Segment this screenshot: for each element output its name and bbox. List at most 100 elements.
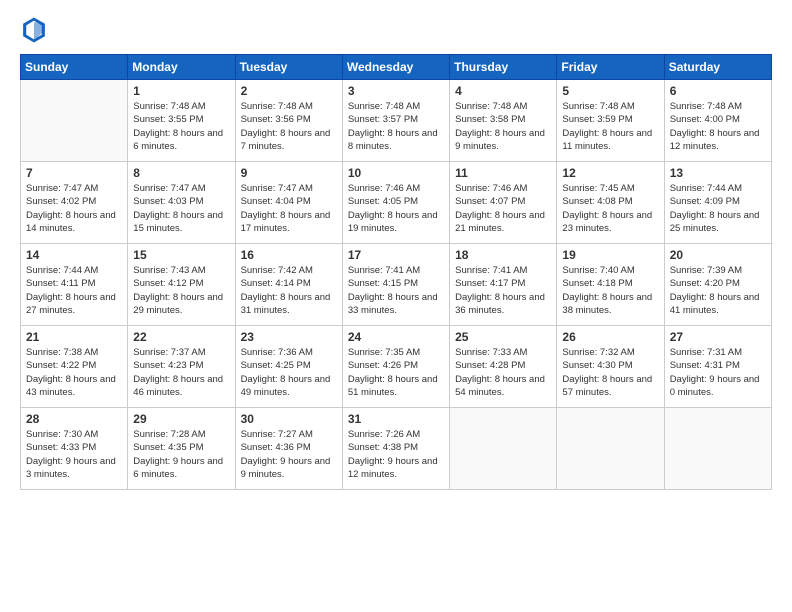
day-info: Sunrise: 7:37 AM Sunset: 4:23 PM Dayligh…: [133, 346, 229, 399]
weekday-header: Thursday: [450, 55, 557, 80]
day-info: Sunrise: 7:44 AM Sunset: 4:09 PM Dayligh…: [670, 182, 766, 235]
calendar-day-cell: 14 Sunrise: 7:44 AM Sunset: 4:11 PM Dayli…: [21, 244, 128, 326]
calendar-day-cell: 9 Sunrise: 7:47 AM Sunset: 4:04 PM Daylig…: [235, 162, 342, 244]
calendar-day-cell: [21, 80, 128, 162]
day-info: Sunrise: 7:44 AM Sunset: 4:11 PM Dayligh…: [26, 264, 122, 317]
day-info: Sunrise: 7:48 AM Sunset: 3:59 PM Dayligh…: [562, 100, 658, 153]
calendar-day-cell: 2 Sunrise: 7:48 AM Sunset: 3:56 PM Daylig…: [235, 80, 342, 162]
day-info: Sunrise: 7:38 AM Sunset: 4:22 PM Dayligh…: [26, 346, 122, 399]
day-number: 10: [348, 166, 444, 180]
weekday-header: Friday: [557, 55, 664, 80]
calendar-day-cell: 28Sunrise: 7:30 AM Sunset: 4:33 PM Dayli…: [21, 408, 128, 490]
calendar-day-cell: [664, 408, 771, 490]
day-info: Sunrise: 7:46 AM Sunset: 4:05 PM Dayligh…: [348, 182, 444, 235]
day-number: 2: [241, 84, 337, 98]
weekday-header: Sunday: [21, 55, 128, 80]
calendar-week-row: 7Sunrise: 7:47 AM Sunset: 4:02 PM Daylig…: [21, 162, 772, 244]
calendar-day-cell: 31 Sunrise: 7:26 AM Sunset: 4:38 PM Dayli…: [342, 408, 449, 490]
calendar-day-cell: 15 Sunrise: 7:43 AM Sunset: 4:12 PM Dayli…: [128, 244, 235, 326]
day-info: Sunrise: 7:31 AM Sunset: 4:31 PM Dayligh…: [670, 346, 766, 399]
header: [20, 16, 772, 44]
day-number: 6: [670, 84, 766, 98]
calendar-day-cell: 29 Sunrise: 7:28 AM Sunset: 4:35 PM Dayli…: [128, 408, 235, 490]
day-number: 23: [241, 330, 337, 344]
day-number: 26: [562, 330, 658, 344]
day-info: Sunrise: 7:40 AM Sunset: 4:18 PM Dayligh…: [562, 264, 658, 317]
day-info: Sunrise: 7:48 AM Sunset: 3:55 PM Dayligh…: [133, 100, 229, 153]
day-info: Sunrise: 7:28 AM Sunset: 4:35 PM Dayligh…: [133, 428, 229, 481]
calendar-header-row: SundayMondayTuesdayWednesdayThursdayFrid…: [21, 55, 772, 80]
day-info: Sunrise: 7:41 AM Sunset: 4:15 PM Dayligh…: [348, 264, 444, 317]
calendar-day-cell: 18 Sunrise: 7:41 AM Sunset: 4:17 PM Dayli…: [450, 244, 557, 326]
day-info: Sunrise: 7:47 AM Sunset: 4:02 PM Dayligh…: [26, 182, 122, 235]
day-number: 14: [26, 248, 122, 262]
day-number: 22: [133, 330, 229, 344]
logo: [20, 16, 52, 44]
day-info: Sunrise: 7:32 AM Sunset: 4:30 PM Dayligh…: [562, 346, 658, 399]
day-number: 4: [455, 84, 551, 98]
day-info: Sunrise: 7:43 AM Sunset: 4:12 PM Dayligh…: [133, 264, 229, 317]
day-number: 25: [455, 330, 551, 344]
day-number: 19: [562, 248, 658, 262]
calendar-week-row: 28Sunrise: 7:30 AM Sunset: 4:33 PM Dayli…: [21, 408, 772, 490]
day-info: Sunrise: 7:48 AM Sunset: 3:57 PM Dayligh…: [348, 100, 444, 153]
calendar-table: SundayMondayTuesdayWednesdayThursdayFrid…: [20, 54, 772, 490]
day-number: 15: [133, 248, 229, 262]
day-info: Sunrise: 7:27 AM Sunset: 4:36 PM Dayligh…: [241, 428, 337, 481]
calendar-day-cell: 23 Sunrise: 7:36 AM Sunset: 4:25 PM Dayli…: [235, 326, 342, 408]
calendar-day-cell: 26 Sunrise: 7:32 AM Sunset: 4:30 PM Dayli…: [557, 326, 664, 408]
day-number: 20: [670, 248, 766, 262]
day-number: 30: [241, 412, 337, 426]
calendar-day-cell: 19 Sunrise: 7:40 AM Sunset: 4:18 PM Dayli…: [557, 244, 664, 326]
day-info: Sunrise: 7:39 AM Sunset: 4:20 PM Dayligh…: [670, 264, 766, 317]
logo-icon: [20, 16, 48, 44]
day-info: Sunrise: 7:42 AM Sunset: 4:14 PM Dayligh…: [241, 264, 337, 317]
calendar-day-cell: 22 Sunrise: 7:37 AM Sunset: 4:23 PM Dayli…: [128, 326, 235, 408]
day-info: Sunrise: 7:48 AM Sunset: 3:56 PM Dayligh…: [241, 100, 337, 153]
day-info: Sunrise: 7:48 AM Sunset: 3:58 PM Dayligh…: [455, 100, 551, 153]
day-info: Sunrise: 7:35 AM Sunset: 4:26 PM Dayligh…: [348, 346, 444, 399]
calendar-day-cell: 4 Sunrise: 7:48 AM Sunset: 3:58 PM Daylig…: [450, 80, 557, 162]
day-info: Sunrise: 7:47 AM Sunset: 4:03 PM Dayligh…: [133, 182, 229, 235]
page: SundayMondayTuesdayWednesdayThursdayFrid…: [0, 0, 792, 612]
calendar-day-cell: 7Sunrise: 7:47 AM Sunset: 4:02 PM Daylig…: [21, 162, 128, 244]
calendar-week-row: 1Sunrise: 7:48 AM Sunset: 3:55 PM Daylig…: [21, 80, 772, 162]
day-info: Sunrise: 7:36 AM Sunset: 4:25 PM Dayligh…: [241, 346, 337, 399]
day-number: 17: [348, 248, 444, 262]
calendar-day-cell: 1Sunrise: 7:48 AM Sunset: 3:55 PM Daylig…: [128, 80, 235, 162]
day-number: 13: [670, 166, 766, 180]
day-number: 24: [348, 330, 444, 344]
day-info: Sunrise: 7:48 AM Sunset: 4:00 PM Dayligh…: [670, 100, 766, 153]
day-number: 9: [241, 166, 337, 180]
day-number: 31: [348, 412, 444, 426]
day-info: Sunrise: 7:47 AM Sunset: 4:04 PM Dayligh…: [241, 182, 337, 235]
day-number: 29: [133, 412, 229, 426]
weekday-header: Saturday: [664, 55, 771, 80]
calendar-day-cell: 13 Sunrise: 7:44 AM Sunset: 4:09 PM Dayli…: [664, 162, 771, 244]
calendar-day-cell: 21 Sunrise: 7:38 AM Sunset: 4:22 PM Dayli…: [21, 326, 128, 408]
day-info: Sunrise: 7:41 AM Sunset: 4:17 PM Dayligh…: [455, 264, 551, 317]
calendar-day-cell: 30 Sunrise: 7:27 AM Sunset: 4:36 PM Dayli…: [235, 408, 342, 490]
calendar-day-cell: [557, 408, 664, 490]
day-number: 8: [133, 166, 229, 180]
day-number: 3: [348, 84, 444, 98]
calendar-day-cell: 20 Sunrise: 7:39 AM Sunset: 4:20 PM Dayli…: [664, 244, 771, 326]
calendar-day-cell: 24 Sunrise: 7:35 AM Sunset: 4:26 PM Dayli…: [342, 326, 449, 408]
day-info: Sunrise: 7:46 AM Sunset: 4:07 PM Dayligh…: [455, 182, 551, 235]
calendar-day-cell: 8 Sunrise: 7:47 AM Sunset: 4:03 PM Daylig…: [128, 162, 235, 244]
day-number: 11: [455, 166, 551, 180]
day-info: Sunrise: 7:26 AM Sunset: 4:38 PM Dayligh…: [348, 428, 444, 481]
calendar-day-cell: 25Sunrise: 7:33 AM Sunset: 4:28 PM Dayli…: [450, 326, 557, 408]
calendar-day-cell: 12Sunrise: 7:45 AM Sunset: 4:08 PM Dayli…: [557, 162, 664, 244]
day-number: 5: [562, 84, 658, 98]
day-info: Sunrise: 7:30 AM Sunset: 4:33 PM Dayligh…: [26, 428, 122, 481]
day-number: 18: [455, 248, 551, 262]
calendar-day-cell: 5 Sunrise: 7:48 AM Sunset: 3:59 PM Daylig…: [557, 80, 664, 162]
calendar-week-row: 14 Sunrise: 7:44 AM Sunset: 4:11 PM Dayli…: [21, 244, 772, 326]
calendar-day-cell: 10 Sunrise: 7:46 AM Sunset: 4:05 PM Dayli…: [342, 162, 449, 244]
weekday-header: Monday: [128, 55, 235, 80]
day-number: 21: [26, 330, 122, 344]
calendar-day-cell: [450, 408, 557, 490]
calendar-day-cell: 16 Sunrise: 7:42 AM Sunset: 4:14 PM Dayli…: [235, 244, 342, 326]
day-number: 16: [241, 248, 337, 262]
